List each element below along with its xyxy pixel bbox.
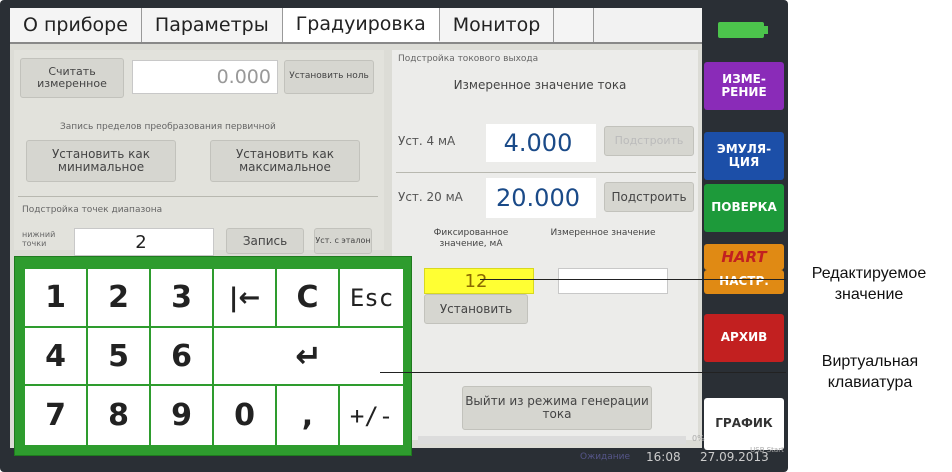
key-7[interactable]: 7 bbox=[25, 386, 88, 445]
clock-date: 27.09.2013 bbox=[700, 450, 769, 464]
lower-point-label: нижний точки bbox=[22, 230, 56, 248]
exit-current-generation-button[interactable]: Выйти из режима генерации тока bbox=[462, 386, 652, 430]
set-minimum-button[interactable]: Установить как минимальное bbox=[26, 140, 176, 182]
callout-line-editable bbox=[480, 279, 786, 280]
tab-bar: О приборе Параметры Градуировка Монитор bbox=[10, 8, 702, 44]
tab-about[interactable]: О приборе bbox=[10, 8, 142, 42]
progress-fill bbox=[418, 436, 686, 444]
key-6[interactable]: 6 bbox=[151, 328, 214, 386]
key-1[interactable]: 1 bbox=[25, 269, 88, 328]
fixed-value-label: Фиксированное значение, мА bbox=[433, 228, 509, 249]
tab-calibration[interactable]: Градуировка bbox=[282, 8, 440, 42]
tab-monitor[interactable]: Монитор bbox=[439, 8, 555, 42]
progress-percent: 0% bbox=[692, 434, 705, 443]
measured-current-label: Измеренное значение тока bbox=[453, 78, 627, 92]
tab-empty[interactable] bbox=[554, 8, 595, 42]
key-8[interactable]: 8 bbox=[88, 386, 151, 445]
set-20ma-label: Уст. 20 мА bbox=[398, 190, 463, 204]
range-adjust-title: Подстройка точек диапазона bbox=[22, 205, 163, 215]
tab-parameters[interactable]: Параметры bbox=[141, 8, 283, 42]
measured-value-label: Измеренное значение bbox=[550, 228, 656, 238]
measure-button[interactable]: ИЗМЕ-РЕНИЕ bbox=[704, 62, 784, 110]
lower-point-field[interactable]: 2 bbox=[74, 228, 214, 256]
clock-time: 16:08 bbox=[646, 450, 681, 464]
battery-icon bbox=[718, 22, 764, 38]
key-9[interactable]: 9 bbox=[151, 386, 214, 445]
emulation-button[interactable]: ЭМУЛЯ-ЦИЯ bbox=[704, 132, 784, 180]
hart-label: HART bbox=[704, 244, 784, 270]
settings-button[interactable]: НАСТР. bbox=[704, 270, 784, 294]
key-2[interactable]: 2 bbox=[88, 269, 151, 328]
battery-tip-icon bbox=[764, 26, 768, 34]
divider bbox=[396, 172, 696, 173]
set-from-reference-button[interactable]: Уст. с эталон bbox=[314, 228, 372, 254]
screenshot-root: О приборе Параметры Градуировка Монитор … bbox=[0, 0, 952, 472]
key-plus-minus[interactable]: +/- bbox=[340, 386, 403, 445]
key-backspace[interactable]: |← bbox=[214, 269, 277, 328]
key-comma[interactable]: , bbox=[277, 386, 340, 445]
status-label: Ожидание bbox=[580, 452, 631, 462]
set-maximum-button[interactable]: Установить как максимальное bbox=[210, 140, 360, 182]
key-4[interactable]: 4 bbox=[25, 328, 88, 386]
value-20ma: 20.000 bbox=[486, 178, 596, 218]
progress-bar bbox=[418, 436, 686, 444]
value-4ma: 4.000 bbox=[486, 124, 596, 162]
write-button[interactable]: Запись bbox=[226, 228, 304, 254]
verify-button[interactable]: ПОВЕРКА bbox=[704, 184, 784, 232]
current-output-title: Подстройка токового выхода bbox=[398, 54, 539, 64]
callout-editable-value: Редактируемое значение bbox=[811, 265, 927, 303]
status-bar: 0% Ожидание 16:08 27.09.2013 bbox=[412, 430, 788, 470]
divider bbox=[18, 196, 378, 197]
key-clear[interactable]: C bbox=[277, 269, 340, 328]
archive-button[interactable]: АРХИВ bbox=[704, 314, 784, 362]
key-3[interactable]: 3 bbox=[151, 269, 214, 328]
adjust-4ma-button[interactable]: Подстроить bbox=[604, 126, 694, 156]
adjust-20ma-button[interactable]: Подстроить bbox=[604, 182, 694, 212]
callout-virtual-keyboard: Виртуальная клавиатура bbox=[821, 353, 919, 391]
key-escape[interactable]: Esc bbox=[340, 269, 403, 328]
fixed-value-field[interactable]: 12 bbox=[424, 268, 534, 294]
callout-line-keyboard bbox=[380, 372, 786, 373]
keypad-grid: 1 2 3 |← C Esc 4 5 6 ↵ 7 8 9 0 , +/- bbox=[25, 269, 403, 445]
set-4ma-label: Уст. 4 мА bbox=[398, 134, 456, 148]
key-enter[interactable]: ↵ bbox=[214, 328, 403, 386]
set-zero-button[interactable]: Установить ноль bbox=[284, 60, 374, 94]
read-measured-button[interactable]: Считать измеренное bbox=[20, 58, 124, 98]
measured-value-field: 0.000 bbox=[132, 60, 278, 94]
measured-value-field-right bbox=[558, 268, 668, 294]
key-5[interactable]: 5 bbox=[88, 328, 151, 386]
key-0[interactable]: 0 bbox=[214, 386, 277, 445]
set-button[interactable]: Установить bbox=[424, 294, 528, 324]
virtual-keyboard: 1 2 3 |← C Esc 4 5 6 ↵ 7 8 9 0 , +/- bbox=[14, 256, 412, 456]
write-limits-hint: Запись пределов преобразования первичной bbox=[60, 122, 276, 132]
